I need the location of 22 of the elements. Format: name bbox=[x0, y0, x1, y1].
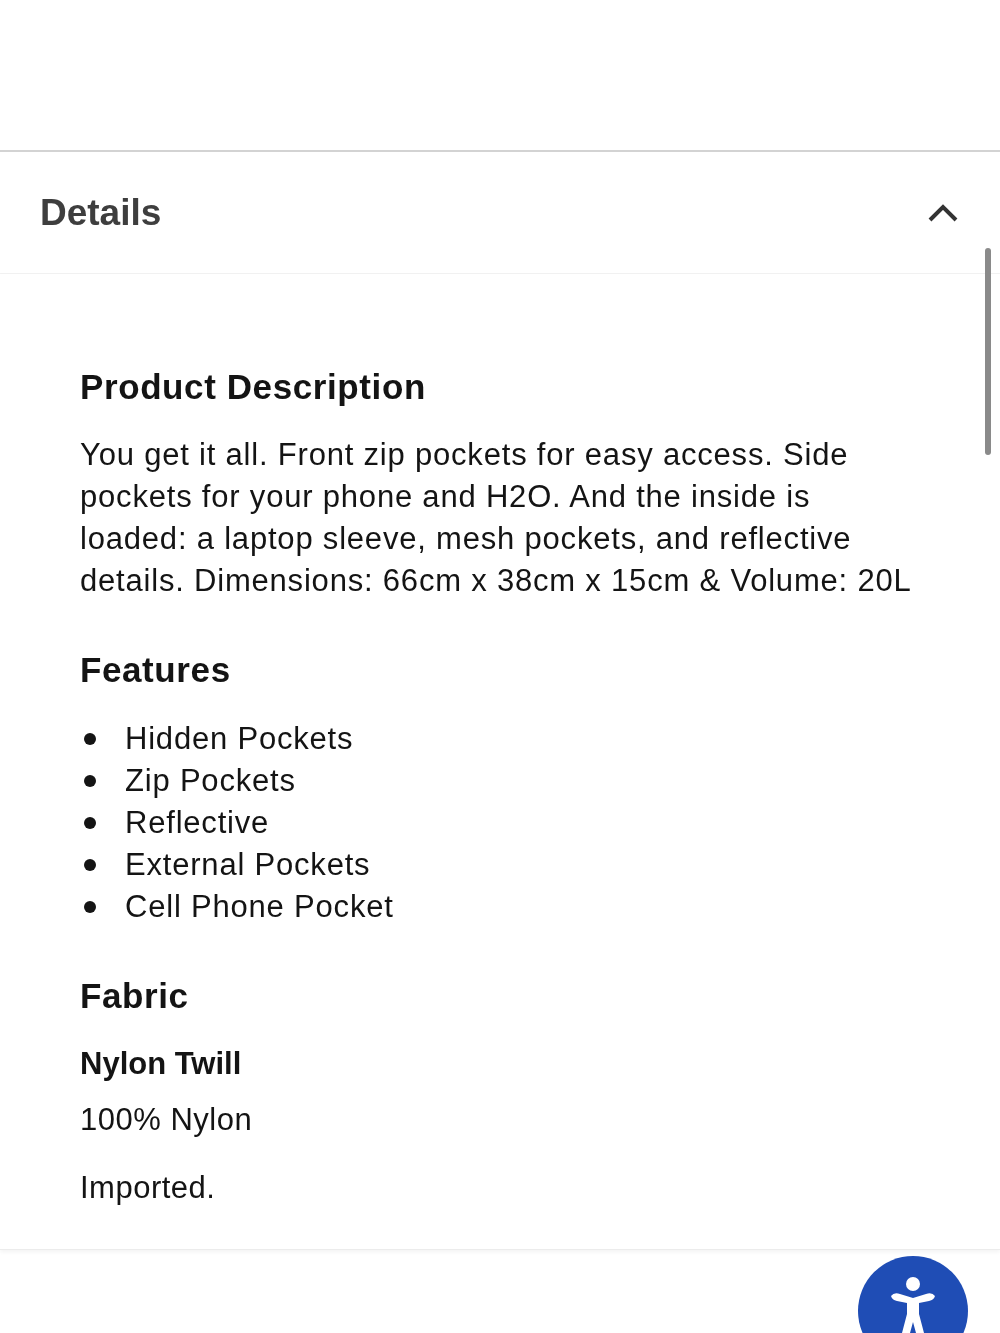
fabric-name: Nylon Twill bbox=[80, 1045, 243, 1083]
accessibility-button[interactable] bbox=[858, 1256, 968, 1333]
feature-item: Cell Phone Pocket bbox=[125, 889, 394, 925]
feature-item: External Pockets bbox=[125, 847, 371, 883]
description-text: You get it all. Front zip pockets for easy access. Side pockets for your phone and H2O. And the inside is loaded: a laptop sleeve, mesh pockets, and reflective details. Dimensions: 66cm x 38cm x 15cm & Volume: 20L bbox=[80, 436, 913, 600]
section-heading: Fabric bbox=[80, 975, 190, 1017]
accessibility-icon bbox=[891, 1277, 935, 1333]
bullet-icon bbox=[84, 901, 96, 913]
bullet-icon bbox=[84, 733, 96, 745]
feature-item: Zip Pockets bbox=[125, 763, 296, 799]
bullet-icon bbox=[84, 859, 96, 871]
section-title: Details bbox=[40, 191, 162, 234]
bullet-icon bbox=[84, 817, 96, 829]
feature-item: Hidden Pockets bbox=[125, 721, 354, 757]
feature-item: Reflective bbox=[125, 805, 270, 841]
scrollbar-thumb[interactable] bbox=[985, 248, 991, 455]
fabric-composition: 100% Nylon bbox=[80, 1101, 254, 1139]
section-heading: Product Description bbox=[80, 366, 427, 408]
origin-note: Imported. bbox=[80, 1169, 217, 1207]
bullet-icon bbox=[84, 775, 96, 787]
section-heading: Features bbox=[80, 649, 232, 691]
chevron-up-icon[interactable] bbox=[928, 203, 958, 222]
